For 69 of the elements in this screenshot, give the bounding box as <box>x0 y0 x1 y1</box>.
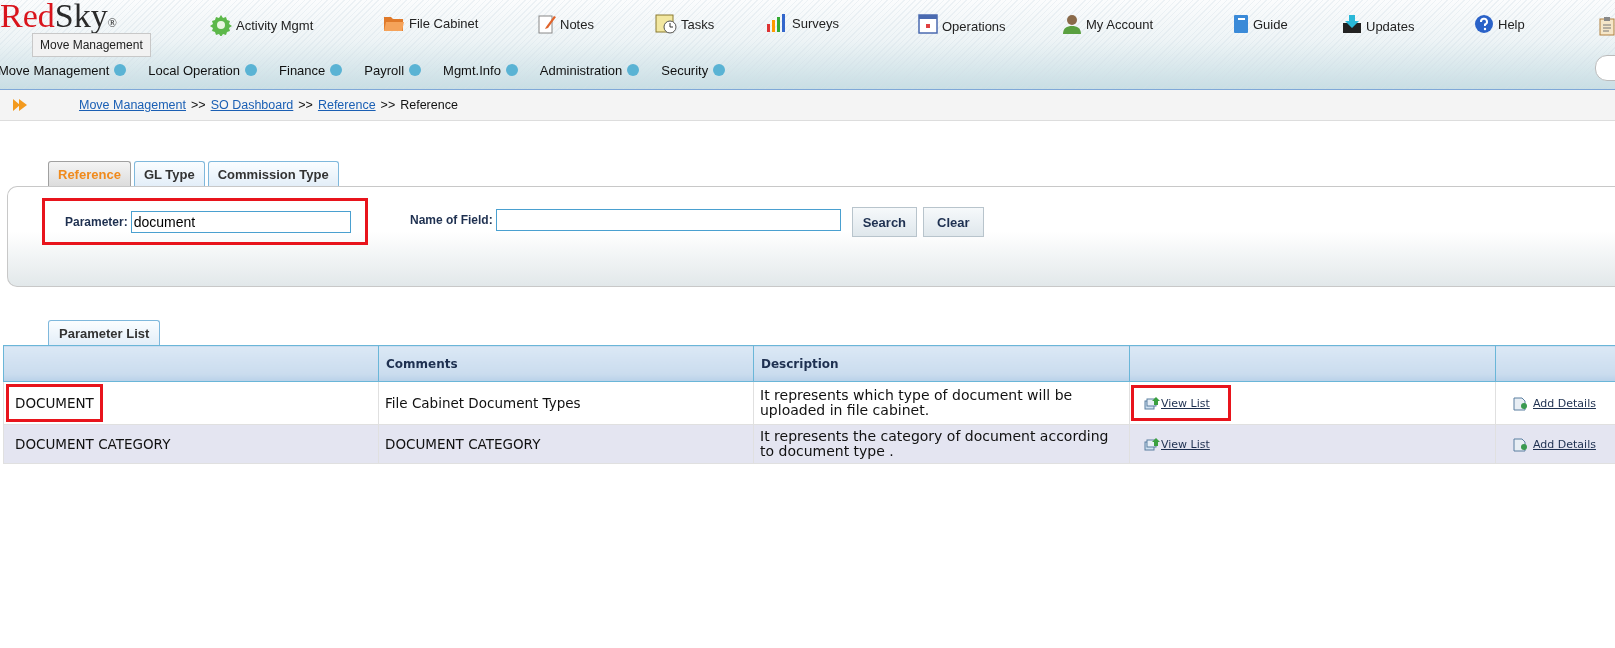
parameter-field[interactable]: document <box>130 210 351 233</box>
breadcrumb-current: Reference <box>400 98 458 112</box>
nav-link[interactable]: Guide <box>1233 14 1288 34</box>
dropdown-icon <box>114 64 127 76</box>
add-details-link[interactable]: Add Details <box>1533 396 1596 410</box>
menu-item[interactable]: Security <box>661 62 726 78</box>
tab[interactable]: Parameter List <box>48 320 161 345</box>
name-of-field-input[interactable] <box>495 209 841 231</box>
person-icon <box>1062 14 1082 34</box>
parameter-cell-text: DOCUMENT CATEGORY <box>14 435 172 454</box>
tab[interactable]: Commission Type <box>207 161 339 186</box>
clipboard-icon[interactable] <box>1599 16 1615 36</box>
add-document-icon <box>1512 436 1528 452</box>
notepad-icon <box>538 14 556 34</box>
breadcrumb-link[interactable]: SO Dashboard <box>210 98 294 112</box>
add-document-icon <box>1512 395 1528 411</box>
breadcrumb-link[interactable]: Reference <box>317 98 376 112</box>
breadcrumb-separator: >> <box>380 98 396 112</box>
list-upload-icon <box>1144 437 1160 451</box>
menu-item[interactable]: Mgmt.Info <box>443 62 518 78</box>
table-cell: File Cabinet Document Types <box>385 395 581 411</box>
folder-icon <box>383 14 405 32</box>
field-label: Parameter: <box>65 214 128 229</box>
tooltip: Move Management <box>32 33 151 57</box>
dropdown-icon <box>330 64 343 76</box>
calendar-icon <box>918 14 938 34</box>
bar-chart-icon <box>766 14 788 32</box>
download-tray-icon <box>1342 14 1362 34</box>
dropdown-icon <box>627 64 640 76</box>
table-cell: DOCUMENT CATEGORY <box>385 436 541 452</box>
nav-link[interactable]: Tasks <box>655 14 715 34</box>
view-list-link[interactable]: View List <box>1161 437 1210 451</box>
breadcrumb-link[interactable]: Move Management <box>79 98 186 112</box>
add-details-link[interactable]: Add Details <box>1533 437 1596 451</box>
menu-item[interactable]: Payroll <box>364 62 422 78</box>
nav-link[interactable]: Surveys <box>766 14 839 32</box>
parameter-cell: DOCUMENT <box>6 384 103 422</box>
help-icon <box>1474 14 1494 34</box>
dropdown-icon <box>409 64 422 76</box>
forward-arrow-icon <box>13 99 27 111</box>
column-header: Comments <box>378 345 754 382</box>
nav-link[interactable]: Notes <box>538 14 594 34</box>
nav-link[interactable]: Help <box>1474 14 1525 34</box>
form-button[interactable]: Clear <box>923 207 984 237</box>
clock-calendar-icon <box>655 14 677 34</box>
menu-item[interactable]: Administration <box>539 62 640 78</box>
breadcrumb-separator: >> <box>191 98 206 112</box>
tab[interactable]: GL Type <box>133 161 205 186</box>
menu-item[interactable]: Local Operation <box>148 62 258 78</box>
dropdown-icon <box>505 64 518 76</box>
book-icon <box>1233 14 1249 34</box>
logo: RedSky® <box>0 0 117 36</box>
nav-link[interactable]: My Account <box>1062 14 1154 34</box>
view-list-link[interactable]: View List <box>1161 396 1210 410</box>
nav-link[interactable]: Operations <box>918 14 1006 34</box>
column-header: Description <box>753 345 1130 382</box>
description-cell: It represents the category of document according to document type . <box>760 428 1109 459</box>
list-upload-icon <box>1144 396 1160 410</box>
field-label: Name of Field: <box>410 213 493 227</box>
dropdown-icon <box>713 64 726 76</box>
form-button[interactable]: Search <box>851 207 918 237</box>
nav-link[interactable]: File Cabinet <box>383 14 479 32</box>
dropdown-icon <box>245 64 258 76</box>
nav-link[interactable]: Updates <box>1342 14 1415 34</box>
nav-link[interactable]: Activity Mgmt <box>210 14 314 36</box>
gear-icon <box>210 14 232 36</box>
description-cell: It represents which type of document will be uploaded in file cabinet. <box>760 387 1073 418</box>
menu-item[interactable]: Finance <box>279 62 343 78</box>
breadcrumb-separator: >> <box>298 98 313 112</box>
